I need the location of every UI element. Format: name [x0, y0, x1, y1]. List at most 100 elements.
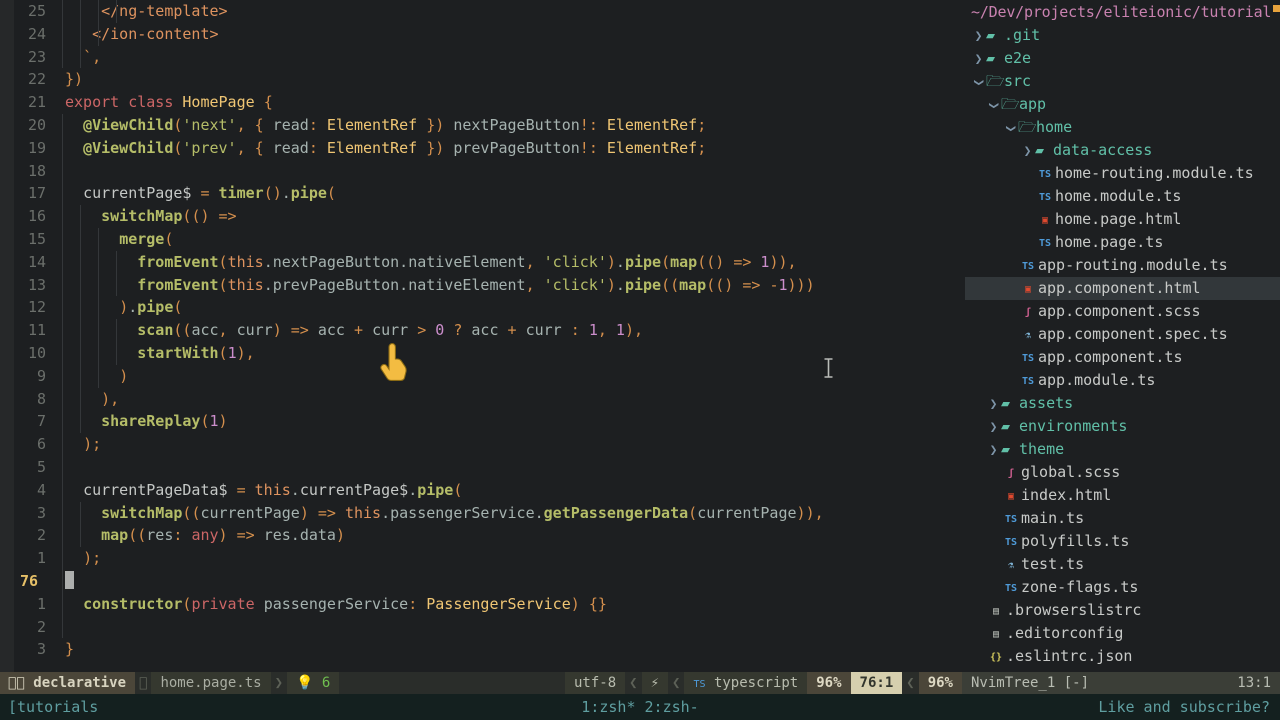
code-line[interactable]: 18 [0, 159, 965, 183]
file-tree-directory-row[interactable]: ❯🗁src [965, 70, 1280, 93]
code-line[interactable]: 24 </ion-content> [0, 22, 965, 46]
file-tree-directory-row[interactable]: ❯ ▰ data-access [965, 139, 1280, 162]
code-line[interactable]: 23 `, [0, 45, 965, 69]
file-tree-file-row[interactable]: ʃ global.scss [965, 461, 1280, 484]
code-text[interactable] [46, 570, 74, 593]
code-line[interactable]: 8 ), [0, 387, 965, 411]
code-line[interactable]: 25 </ng-template> [0, 0, 965, 23]
file-tree-file-row[interactable]: ▣ app.component.html [965, 277, 1280, 300]
code-text[interactable]: ).pipe( [46, 296, 182, 319]
chevron-right-icon[interactable]: ❯ [986, 393, 1001, 416]
file-tree-file-row[interactable]: TS zone-flags.ts [965, 576, 1280, 599]
file-tree-file-row[interactable]: TS app-routing.module.ts [965, 254, 1280, 277]
file-tree-row-list[interactable]: ❯ ▰ .git ❯ ▰ e2e ❯🗁src ❯🗁app ❯🗁home ❯ ▰ data-access… [965, 24, 1280, 668]
file-tree-file-row[interactable]: TS home.module.ts [965, 185, 1280, 208]
diagnostics-hint-segment[interactable]: 💡 6 [287, 672, 340, 694]
chevron-down-icon[interactable]: ❯ [967, 75, 990, 90]
file-tree-file-row[interactable]: ʃ app.component.scss [965, 300, 1280, 323]
file-tree-directory-row[interactable]: ❯ ▰ e2e [965, 47, 1280, 70]
code-line[interactable]: 20 @ViewChild('next', { read: ElementRef… [0, 113, 965, 137]
code-text[interactable]: switchMap(() => [46, 205, 236, 228]
code-line[interactable]: 19 @ViewChild('prev', { read: ElementRef… [0, 136, 965, 160]
code-text[interactable]: ) [46, 365, 128, 388]
code-line[interactable]: 2 map((res: any) => res.data) [0, 524, 965, 548]
code-text[interactable]: @ViewChild('prev', { read: ElementRef })… [46, 137, 706, 160]
tmux-window-list[interactable]: 1:zsh* 2:zsh- [0, 694, 1280, 720]
code-line[interactable]: 3 switchMap((currentPage) => this.passen… [0, 501, 965, 525]
file-tree-file-row[interactable]: ⚗ app.component.spec.ts [965, 323, 1280, 346]
code-line[interactable]: 1 ); [0, 547, 965, 570]
code-line[interactable]: 9 ) [0, 364, 965, 388]
code-text[interactable]: ); [46, 547, 101, 570]
code-text[interactable]: currentPage$ = timer().pipe( [46, 182, 336, 205]
chevron-down-icon[interactable]: ❯ [982, 98, 1005, 113]
chevron-right-icon[interactable]: ❯ [986, 439, 1001, 462]
file-tree-file-row[interactable]: ▣ index.html [965, 484, 1280, 507]
code-line[interactable]: 21 export class HomePage { [0, 91, 965, 114]
file-tree-directory-row[interactable]: ❯🗁home [965, 116, 1280, 139]
code-line[interactable]: 5 [0, 455, 965, 479]
code-line[interactable]: 10 startWith(1), [0, 341, 965, 365]
code-text[interactable]: map((res: any) => res.data) [46, 524, 345, 547]
code-line[interactable]: 17 currentPage$ = timer().pipe( [0, 182, 965, 206]
file-tree-directory-row[interactable]: ❯ ▰ .git [965, 24, 1280, 47]
chevron-right-icon[interactable]: ❯ [1020, 140, 1035, 163]
file-tree-file-row[interactable]: ⚗ test.ts [965, 553, 1280, 576]
code-text[interactable]: } [46, 638, 74, 661]
code-text[interactable]: </ion-content> [46, 23, 218, 46]
file-tree-directory-row[interactable]: ❯🗁app [965, 93, 1280, 116]
file-tree-pane[interactable]: ~/Dev/projects/eliteionic/tutorial ❯ ▰ .gi… [965, 0, 1280, 672]
chevron-right-icon[interactable]: ❯ [971, 48, 986, 71]
code-line[interactable]: 12 ).pipe( [0, 296, 965, 320]
file-tree-file-row[interactable]: {} .eslintrc.json [965, 645, 1280, 668]
code-text[interactable]: merge( [46, 228, 173, 251]
code-line[interactable]: 15 merge( [0, 227, 965, 251]
code-line[interactable]: 11 scan((acc, curr) => acc + curr > 0 ? … [0, 319, 965, 342]
chevron-down-icon[interactable]: ❯ [999, 121, 1022, 136]
file-tree-file-row[interactable]: ▤ .editorconfig [965, 622, 1280, 645]
file-tree-directory-row[interactable]: ❯ ▰ theme [965, 438, 1280, 461]
code-line[interactable]: 13 fromEvent(this.prevPageButton.nativeE… [0, 273, 965, 297]
file-tree-directory-row[interactable]: ❯ ▰ environments [965, 415, 1280, 438]
code-text[interactable]: ), [46, 388, 119, 411]
code-text[interactable]: export class HomePage { [46, 91, 273, 114]
code-text[interactable]: fromEvent(this.nextPageButton.nativeElem… [46, 251, 796, 274]
code-line[interactable]: 1 constructor(private passengerService: … [0, 592, 965, 616]
code-line-list[interactable]: 25 </ng-template> 24 </ion-content> 23 `, 2… [0, 0, 965, 661]
code-text[interactable]: startWith(1), [46, 342, 254, 365]
file-tree-file-row[interactable]: ▣ home.page.html [965, 208, 1280, 231]
indent-guide [62, 205, 63, 228]
file-tree-directory-row[interactable]: ❯ ▰ assets [965, 392, 1280, 415]
code-text[interactable]: </ng-template> [46, 0, 227, 23]
code-line[interactable]: 76 [0, 569, 965, 593]
code-line[interactable]: 6 ); [0, 433, 965, 456]
code-line[interactable]: 7 shareReplay(1) [0, 410, 965, 434]
git-branch-segment[interactable]: ⎇ declarative [0, 672, 136, 694]
file-tree-file-row[interactable]: TS home.page.ts [965, 231, 1280, 254]
code-text[interactable]: shareReplay(1) [46, 410, 227, 433]
chevron-right-icon[interactable]: ❯ [971, 25, 986, 48]
file-tree-file-row[interactable]: TS app.module.ts [965, 369, 1280, 392]
code-text[interactable]: currentPageData$ = this.currentPage$.pip… [46, 479, 462, 502]
file-tree-file-row[interactable]: ▤ .browserslistrc [965, 599, 1280, 622]
chevron-right-icon[interactable]: ❯ [986, 416, 1001, 439]
code-text[interactable]: switchMap((currentPage) => this.passenge… [46, 502, 824, 525]
code-line[interactable]: 16 switchMap(() => [0, 205, 965, 228]
code-line[interactable]: 3} [0, 638, 965, 661]
file-tree-file-row[interactable]: TS polyfills.ts [965, 530, 1280, 553]
code-text[interactable]: scan((acc, curr) => acc + curr > 0 ? acc… [46, 319, 643, 342]
code-line[interactable]: 14 fromEvent(this.nextPageButton.nativeE… [0, 250, 965, 274]
code-editor-pane[interactable]: 25 </ng-template> 24 </ion-content> 23 `, 2… [0, 0, 965, 672]
code-line[interactable]: 4 currentPageData$ = this.currentPage$.p… [0, 478, 965, 502]
code-text[interactable]: @ViewChild('next', { read: ElementRef })… [46, 114, 706, 137]
code-text[interactable]: `, [46, 46, 101, 69]
code-text[interactable]: ); [46, 433, 101, 456]
code-line[interactable]: 2 [0, 615, 965, 639]
code-text[interactable]: fromEvent(this.prevPageButton.nativeElem… [46, 274, 814, 297]
code-text[interactable]: }) [46, 68, 83, 91]
code-line[interactable]: 22}) [0, 68, 965, 91]
file-tree-file-row[interactable]: TS app.component.ts [965, 346, 1280, 369]
file-tree-file-row[interactable]: TS home-routing.module.ts [965, 162, 1280, 185]
code-text[interactable]: constructor(private passengerService: Pa… [46, 593, 607, 616]
file-tree-file-row[interactable]: TS main.ts [965, 507, 1280, 530]
